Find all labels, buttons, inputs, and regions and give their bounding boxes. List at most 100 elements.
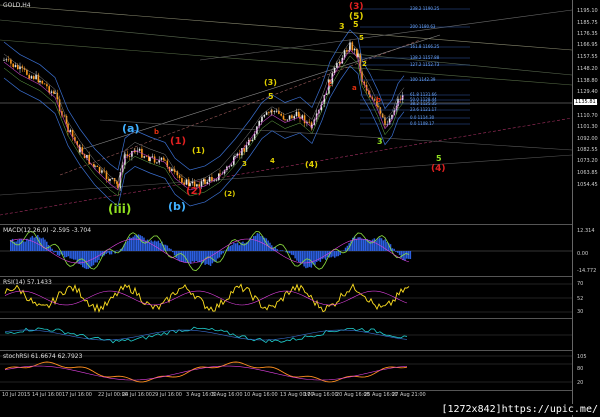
macd-bar <box>55 251 57 253</box>
macd-bar <box>355 238 358 251</box>
oscillator-canvas <box>0 326 572 344</box>
time-tick: 17 Aug 16:00 <box>304 392 338 398</box>
candle-body <box>174 170 176 172</box>
rsi-pane[interactable]: RSI(14) 57.1433 <box>0 278 572 319</box>
macd-bar <box>195 251 197 262</box>
macd-bar <box>332 251 334 257</box>
time-tick: 5 Aug 16:00 <box>212 392 243 398</box>
macd-bar <box>380 238 383 251</box>
candle-body <box>12 63 14 68</box>
time-tick: 29 Jul 16:00 <box>152 392 182 398</box>
time-tick: 14 Jul 16:00 <box>32 392 62 398</box>
macd-bar <box>42 237 44 251</box>
macd-bar <box>166 245 169 251</box>
candle-body <box>30 76 33 79</box>
wave-label: 5 <box>359 34 364 42</box>
macd-bar <box>211 251 214 264</box>
macd-bar <box>395 251 397 252</box>
macd-bar <box>89 251 91 269</box>
candle-body <box>69 129 72 132</box>
stochrsi-d-line <box>4 365 408 381</box>
macd-bar <box>260 235 262 251</box>
macd-bar <box>150 240 152 251</box>
wave-label: (4) <box>431 164 446 174</box>
price-axis[interactable]: 1195.10 1185.75 1176.35 1166.95 1157.55 1148.… <box>572 0 600 417</box>
macd-bar <box>172 251 174 253</box>
macd-bar <box>58 251 61 256</box>
macd-bar <box>292 251 295 256</box>
candle-body <box>230 164 233 167</box>
macd-bar <box>100 251 102 257</box>
candle-body <box>153 156 156 163</box>
macd-bar <box>49 247 52 251</box>
macd-bar <box>256 233 259 251</box>
wave-label: (3) <box>349 2 364 12</box>
macd-bar <box>33 237 35 251</box>
candle-body <box>131 151 133 157</box>
macd-bar <box>26 238 28 251</box>
macd-bar <box>181 251 183 262</box>
candle-body <box>149 157 151 162</box>
stochrsi-pane[interactable]: stochRSI 61.6674 62.7923 <box>0 352 572 391</box>
macd-bar <box>289 251 291 254</box>
macd-bar <box>29 237 32 251</box>
candle-body <box>288 115 291 120</box>
wave-label: 3 <box>242 160 247 168</box>
candle-body <box>50 91 53 93</box>
macd-bar <box>73 251 75 260</box>
symbol-label: GOLD,H4 <box>3 2 31 9</box>
candle-body <box>282 115 285 120</box>
macd-bar <box>281 250 284 251</box>
price-tick: 1185.75 <box>577 20 598 26</box>
macd-bar <box>233 242 235 251</box>
candle-body <box>46 84 48 87</box>
candle-body <box>346 50 348 52</box>
macd-pane[interactable]: MACD(12,26,9) -2.595 -3.704 <box>0 226 572 277</box>
candle-body <box>98 166 101 173</box>
macd-bar <box>298 251 300 263</box>
candle-body <box>261 116 263 122</box>
candle-body <box>163 157 165 160</box>
candle-body <box>17 65 19 70</box>
price-tick: 1176.35 <box>577 31 598 37</box>
candle-body <box>160 157 163 160</box>
macd-bar <box>191 251 194 262</box>
macd-bar <box>344 247 347 251</box>
macd-bar <box>379 237 381 251</box>
candle-body <box>293 116 295 119</box>
macd-bar <box>373 238 376 251</box>
macd-bar <box>51 248 53 251</box>
wave-label: (4) <box>305 160 318 169</box>
fib-level-label: 23.6 1121.17 <box>410 107 437 112</box>
macd-bar <box>294 251 296 259</box>
candle-body <box>353 48 356 51</box>
candle-body <box>265 112 268 115</box>
candle-body <box>151 156 154 158</box>
macd-bar <box>71 251 73 259</box>
macd-bar <box>134 235 136 251</box>
macd-bar <box>362 239 365 251</box>
oscillator-pane[interactable] <box>0 320 572 351</box>
candle-body <box>213 180 215 182</box>
macd-bar <box>107 251 109 253</box>
macd-bar <box>56 251 59 256</box>
fib-level-label: 0.0 1108.17 <box>410 121 435 126</box>
macd-bar <box>319 251 322 262</box>
candle-body <box>219 173 221 175</box>
macd-bar <box>276 249 278 251</box>
macd-bar <box>224 250 226 251</box>
wave-label: c <box>328 80 333 88</box>
time-tick: 10 Jul 2015 <box>2 392 31 398</box>
candle-body <box>308 121 310 123</box>
macd-bar <box>67 251 70 257</box>
current-price-tag: 1135.81 <box>574 99 597 105</box>
macd-bar <box>238 245 241 251</box>
macd-bar <box>141 236 143 251</box>
candle-body <box>191 181 194 184</box>
candle-body <box>336 62 338 68</box>
candle-body <box>145 156 148 158</box>
candle-body <box>41 80 44 84</box>
main-price-chart[interactable]: GOLD,H4 <box>0 0 572 225</box>
rsi-label: RSI(14) 57.1433 <box>3 279 52 286</box>
macd-bar <box>334 251 336 258</box>
